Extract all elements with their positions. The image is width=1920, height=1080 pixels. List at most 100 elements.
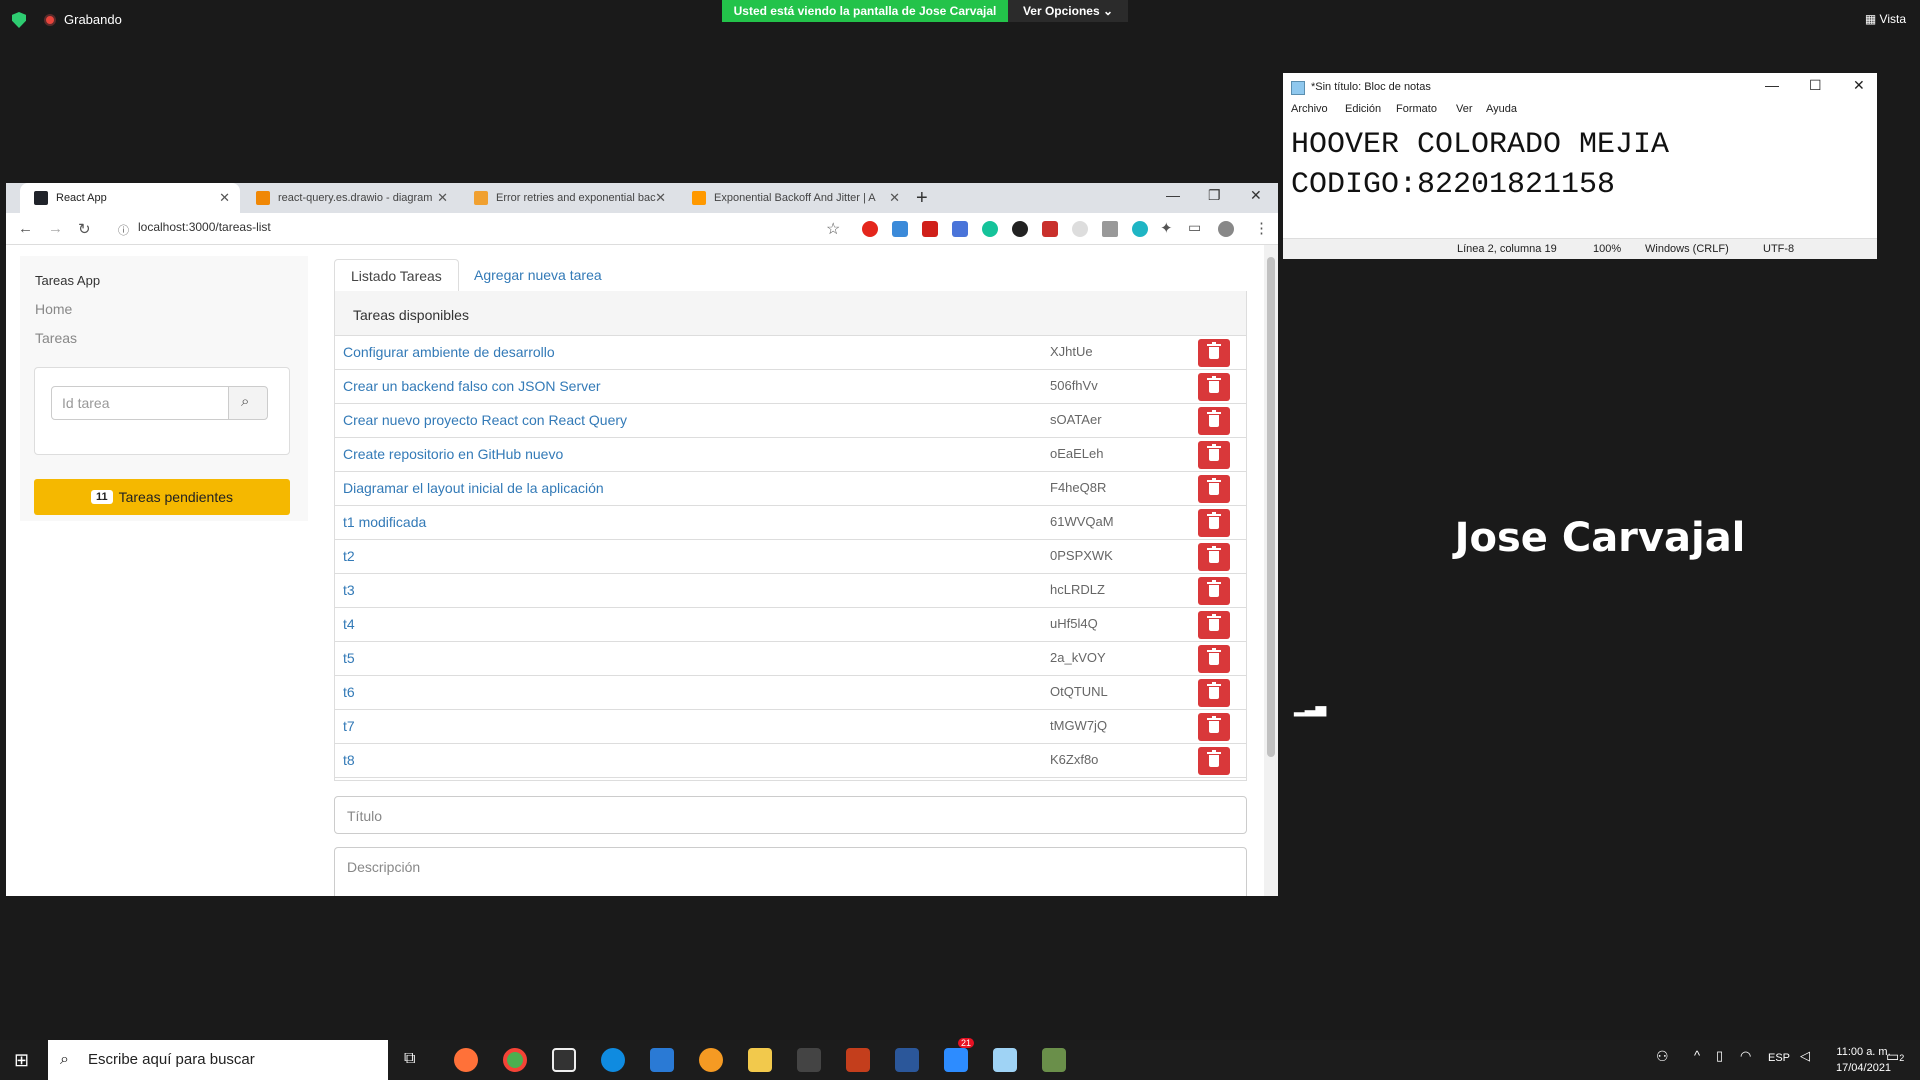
menu-edicion[interactable]: Edición <box>1345 103 1381 115</box>
task-title-link[interactable]: t5 <box>343 650 355 666</box>
delete-task-button[interactable] <box>1198 747 1230 775</box>
menu-ayuda[interactable]: Ayuda <box>1486 103 1517 115</box>
task-title-link[interactable]: Create repositorio en GitHub nuevo <box>343 446 563 462</box>
close-tab-icon[interactable]: ✕ <box>219 190 230 206</box>
task-title-link[interactable]: t6 <box>343 684 355 700</box>
close-tab-icon[interactable]: ✕ <box>889 190 900 206</box>
tab-agregar-tarea[interactable]: Agregar nueva tarea <box>458 259 618 293</box>
task-title-link[interactable]: Diagramar el layout inicial de la aplica… <box>343 480 604 496</box>
nav-tareas[interactable]: Tareas <box>35 330 77 346</box>
eyedropper-extension-icon[interactable] <box>1102 221 1118 237</box>
word-icon[interactable] <box>895 1048 919 1072</box>
tab-listado-tareas[interactable]: Listado Tareas <box>334 259 459 293</box>
tab-drawio[interactable]: react-query.es.drawio - diagram ✕ <box>242 183 458 213</box>
notifications-icon[interactable]: ▭2 <box>1886 1048 1904 1065</box>
task-title-link[interactable]: t7 <box>343 718 355 734</box>
task-title-link[interactable]: t4 <box>343 616 355 632</box>
extension-icon[interactable] <box>862 221 878 237</box>
url-input[interactable]: localhost:3000/tareas-list <box>138 220 271 234</box>
app-brand[interactable]: Tareas App <box>35 273 100 288</box>
cast-icon[interactable]: ▭ <box>1188 219 1201 236</box>
menu-kebab-icon[interactable]: ⋮ <box>1254 219 1269 237</box>
menu-formato[interactable]: Formato <box>1396 103 1437 115</box>
scroll-thumb[interactable] <box>1267 257 1275 757</box>
notepad-app-icon[interactable] <box>993 1048 1017 1072</box>
windows-start-icon[interactable]: ⊞ <box>14 1050 29 1071</box>
minimize-icon[interactable]: — <box>1765 77 1779 93</box>
title-input[interactable]: Título <box>334 796 1247 834</box>
settings-app-icon[interactable] <box>699 1048 723 1072</box>
taskbar-search-input[interactable]: ⌕ Escribe aquí para buscar <box>48 1040 388 1080</box>
zoom-app-icon[interactable]: 21 <box>944 1038 975 1072</box>
delete-task-button[interactable] <box>1198 441 1230 469</box>
minimize-icon[interactable]: — <box>1166 187 1180 203</box>
info-icon[interactable]: ⓘ <box>118 222 129 238</box>
forward-arrow-icon[interactable]: → <box>48 220 63 237</box>
extension-icon[interactable] <box>892 221 908 237</box>
translate-extension-icon[interactable] <box>952 221 968 237</box>
store-icon[interactable] <box>797 1048 821 1072</box>
tab-exponential-backoff[interactable]: Exponential Backoff And Jitter | A ✕ <box>678 183 910 213</box>
maximize-icon[interactable]: ☐ <box>1809 77 1822 94</box>
close-tab-icon[interactable]: ✕ <box>655 190 666 206</box>
security-shield-icon[interactable] <box>12 12 26 28</box>
paint-app-icon[interactable] <box>1042 1048 1066 1072</box>
tab-error-retries[interactable]: Error retries and exponential bac ✕ <box>460 183 676 213</box>
delete-task-button[interactable] <box>1198 577 1230 605</box>
delete-task-button[interactable] <box>1198 509 1230 537</box>
new-tab-plus-icon[interactable]: + <box>916 187 928 210</box>
powerpoint-icon[interactable] <box>846 1048 870 1072</box>
reload-icon[interactable]: ↻ <box>78 220 91 238</box>
view-button[interactable]: ▦ Vista <box>1865 12 1906 26</box>
extension-icon[interactable] <box>1042 221 1058 237</box>
battery-icon[interactable]: ▯ <box>1716 1048 1723 1064</box>
extension-icon[interactable] <box>1132 221 1148 237</box>
close-window-icon[interactable]: ✕ <box>1250 187 1262 204</box>
task-title-link[interactable]: t2 <box>343 548 355 564</box>
task-title-link[interactable]: Configurar ambiente de desarrollo <box>343 344 555 360</box>
delete-task-button[interactable] <box>1198 611 1230 639</box>
volume-icon[interactable]: ◁ <box>1800 1048 1810 1064</box>
mail-icon[interactable] <box>650 1048 674 1072</box>
people-icon[interactable]: ⚇ <box>1656 1048 1669 1065</box>
search-button[interactable]: ⌕ <box>228 386 268 420</box>
language-indicator[interactable]: ESP <box>1768 1052 1790 1064</box>
close-tab-icon[interactable]: ✕ <box>437 190 448 206</box>
view-options-button[interactable]: Ver Opciones ⌄ <box>1008 0 1128 22</box>
task-id-search-input[interactable]: Id tarea <box>51 386 229 420</box>
delete-task-button[interactable] <box>1198 373 1230 401</box>
extension-icon[interactable] <box>1072 221 1088 237</box>
tray-chevron-icon[interactable]: ^ <box>1694 1048 1700 1063</box>
edge-icon[interactable] <box>601 1048 625 1072</box>
task-title-link[interactable]: t1 modificada <box>343 514 426 530</box>
firefox-icon[interactable] <box>454 1048 478 1072</box>
task-title-link[interactable]: t8 <box>343 752 355 768</box>
profile-avatar[interactable] <box>1218 221 1234 237</box>
back-arrow-icon[interactable]: ← <box>18 220 33 237</box>
tab-react-app[interactable]: React App ✕ <box>20 183 240 213</box>
grammarly-extension-icon[interactable] <box>982 221 998 237</box>
menu-ver[interactable]: Ver <box>1456 103 1473 115</box>
task-title-link[interactable]: Crear nuevo proyecto React con React Que… <box>343 412 627 428</box>
delete-task-button[interactable] <box>1198 407 1230 435</box>
nav-home[interactable]: Home <box>35 301 72 317</box>
close-icon[interactable]: ✕ <box>1853 77 1865 94</box>
delete-task-button[interactable] <box>1198 713 1230 741</box>
delete-task-button[interactable] <box>1198 679 1230 707</box>
extensions-puzzle-icon[interactable]: ✦ <box>1160 219 1173 237</box>
extension-icon[interactable] <box>922 221 938 237</box>
wifi-icon[interactable]: ◠ <box>1740 1048 1751 1064</box>
extension-icon[interactable] <box>1012 221 1028 237</box>
bookmark-star-icon[interactable]: ☆ <box>826 219 840 239</box>
clock[interactable]: 11:00 a. m. 17/04/2021 <box>1836 1044 1891 1076</box>
task-view-icon[interactable]: ⧉ <box>404 1050 415 1068</box>
recording-indicator[interactable]: Grabando <box>44 12 122 27</box>
page-scrollbar[interactable] <box>1264 245 1278 896</box>
task-title-link[interactable]: Crear un backend falso con JSON Server <box>343 378 601 394</box>
file-explorer-icon[interactable] <box>748 1048 772 1072</box>
description-textarea[interactable]: Descripción <box>334 847 1247 896</box>
delete-task-button[interactable] <box>1198 339 1230 367</box>
menu-archivo[interactable]: Archivo <box>1291 103 1328 115</box>
delete-task-button[interactable] <box>1198 475 1230 503</box>
restore-icon[interactable]: ❐ <box>1208 187 1221 204</box>
